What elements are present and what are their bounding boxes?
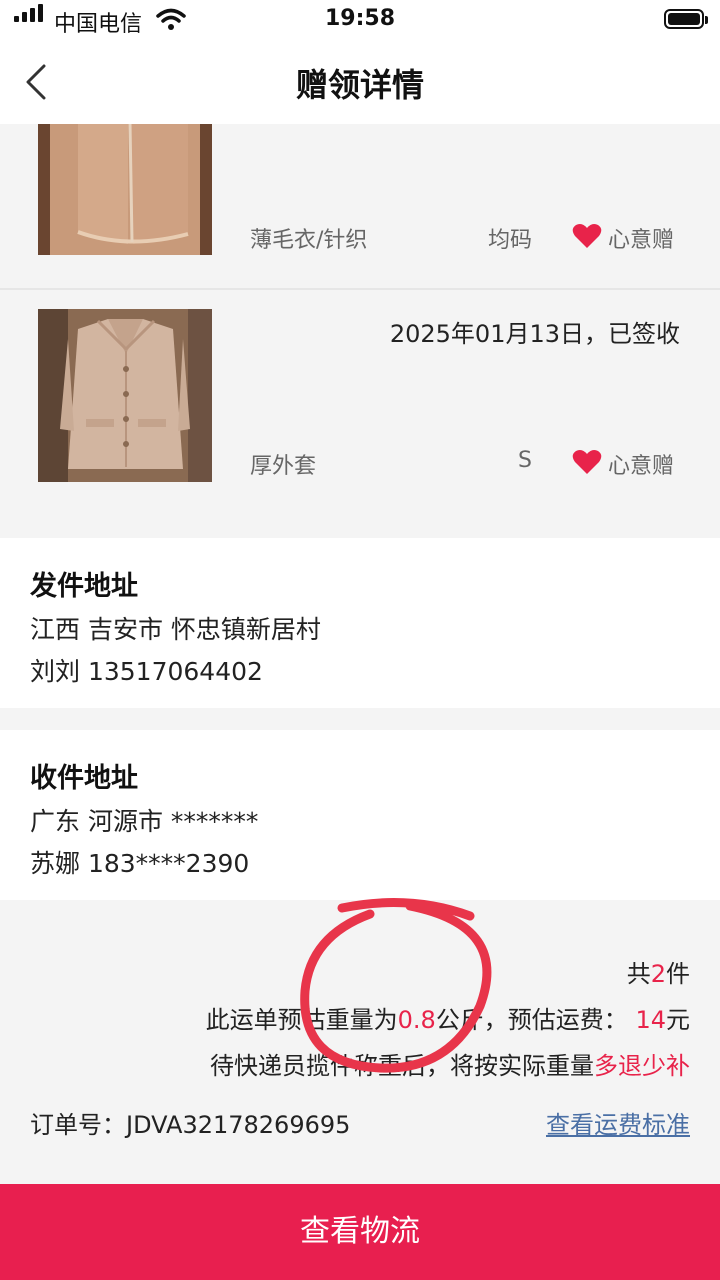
receiver-address: 广东 河源市 ******* bbox=[30, 807, 259, 836]
fee-standard-link[interactable]: 查看运费标准 bbox=[546, 1105, 690, 1140]
view-logistics-button[interactable]: 查看物流 bbox=[0, 1184, 720, 1280]
sender-title: 发件地址 bbox=[30, 571, 138, 602]
status-bar: 中国电信 19:58 bbox=[0, 0, 720, 40]
item-card[interactable]: 薄毛衣/针织 均码 心意赠 bbox=[0, 124, 720, 288]
nav-bar: 赠领详情 bbox=[0, 40, 720, 124]
heart-icon bbox=[572, 224, 602, 248]
order-number: 订单号：JDVA32178269695 bbox=[30, 1105, 350, 1140]
weight-value: 0.8 bbox=[397, 1006, 436, 1034]
product-image bbox=[38, 124, 212, 255]
note-prefix: 待快递员揽件称重后，将按实际重量 bbox=[210, 1052, 594, 1080]
sender-address: 江西 吉安市 怀忠镇新居村 bbox=[30, 615, 321, 644]
order-label: 订单号： bbox=[30, 1111, 126, 1139]
sender-address-section: 发件地址 江西 吉安市 怀忠镇新居村 刘刘 13517064402 bbox=[0, 538, 720, 708]
page-title: 赠领详情 bbox=[295, 66, 424, 104]
weight-prefix: 此运单预估重量为 bbox=[205, 1006, 398, 1034]
item-status: 2025年01月13日，已签收 bbox=[389, 320, 680, 348]
order-value: JDVA32178269695 bbox=[126, 1111, 351, 1139]
weight-unit: 公斤，预估运费： bbox=[435, 1006, 628, 1034]
weight-note: 待快递员揽件称重后，将按实际重量多退少补 bbox=[210, 1046, 690, 1081]
item-count: 共2件 bbox=[627, 954, 690, 989]
weight-fee-line: 此运单预估重量为0.8公斤，预估运费： 14元 bbox=[206, 1000, 690, 1035]
item-size: 均码 bbox=[488, 228, 533, 253]
receiver-address-section: 收件地址 广东 河源市 ******* 苏娜 183****2390 bbox=[0, 730, 720, 900]
product-image bbox=[38, 309, 212, 482]
fee-value: 14 bbox=[635, 1006, 666, 1034]
fee-unit: 元 bbox=[666, 1006, 690, 1034]
receiver-title: 收件地址 bbox=[30, 763, 138, 794]
clock: 19:58 bbox=[324, 6, 396, 31]
sender-contact: 刘刘 13517064402 bbox=[30, 657, 263, 686]
heart-icon bbox=[572, 450, 602, 474]
count-value: 2 bbox=[650, 960, 666, 988]
shipping-summary: 共2件 此运单预估重量为0.8公斤，预估运费： 14元 待快递员揽件称重后，将按… bbox=[0, 900, 720, 1184]
count-suffix: 件 bbox=[666, 960, 690, 988]
count-prefix: 共 bbox=[626, 960, 651, 988]
item-card[interactable]: 2025年01月13日，已签收 厚外套 S 心意赠 bbox=[0, 290, 720, 538]
note-highlight: 多退少补 bbox=[594, 1052, 690, 1080]
receiver-contact: 苏娜 183****2390 bbox=[30, 849, 250, 878]
item-tag: 心意赠 bbox=[608, 454, 675, 479]
item-category: 厚外套 bbox=[250, 454, 317, 479]
item-size: S bbox=[518, 448, 532, 473]
battery-icon bbox=[664, 9, 708, 29]
item-category: 薄毛衣/针织 bbox=[250, 228, 368, 253]
item-tag: 心意赠 bbox=[608, 228, 675, 253]
